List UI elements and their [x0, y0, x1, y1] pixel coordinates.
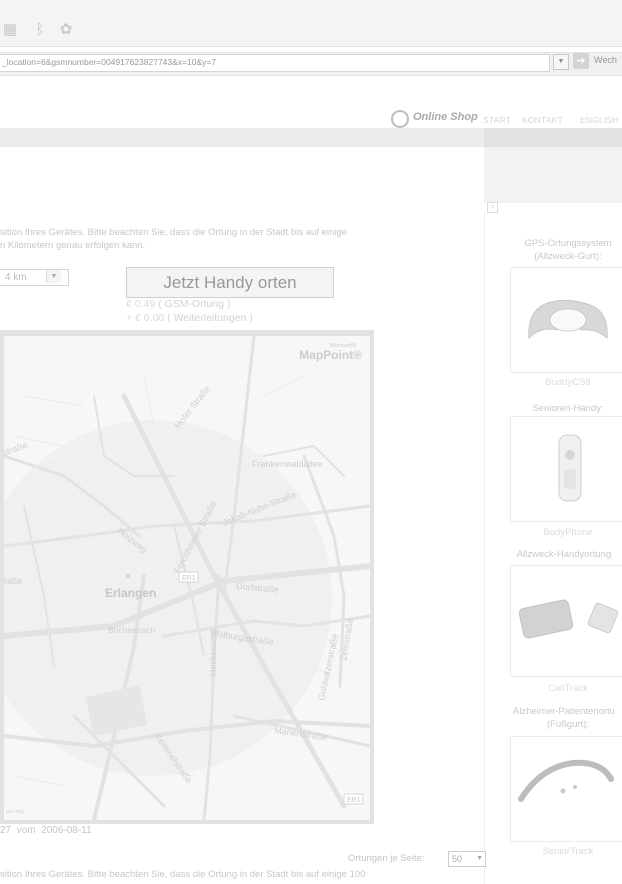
nav-english[interactable]: ENGLISH: [580, 115, 619, 125]
location-marker: [126, 574, 130, 578]
gps-belt-icon: [528, 299, 608, 340]
sidebar-top-panel: [484, 147, 622, 203]
product-name[interactable]: SeniorTrack: [498, 846, 622, 857]
addon-icon[interactable]: ✿: [58, 22, 74, 38]
locate-phone-button[interactable]: Jetzt Handy orten: [126, 267, 334, 298]
product-image-buddycs8[interactable]: [510, 267, 622, 373]
gsm-price: € 0.49 ( GSM-Ortung ): [126, 298, 230, 310]
per-page-label: Ortungen je Seite:: [348, 853, 425, 864]
browser-toolbar: [0, 0, 622, 47]
district-label: Büchenbach: [108, 625, 156, 635]
chevron-down-icon[interactable]: ▼: [476, 852, 483, 866]
map-copyright: NAVTEQ: [6, 809, 25, 814]
product-image-bodyphone[interactable]: [510, 416, 622, 522]
forward-price: + € 0.00 ( Weiterleitungen ): [126, 312, 253, 324]
senior-phone-icon: [558, 434, 582, 502]
online-shop-link[interactable]: Online Shop: [413, 111, 478, 123]
go-button-label[interactable]: Wech: [594, 55, 617, 65]
date-value: 2006-08-11: [41, 825, 92, 836]
product-subtitle: (Fußgurt):: [546, 719, 590, 730]
product-title: Allzweck-Handyortung: [516, 549, 612, 560]
product-image-seniortrack[interactable]: [510, 736, 622, 842]
forward-price-label: ( Weiterleitungen ): [167, 312, 253, 324]
bluetooth-icon[interactable]: ᛒ: [32, 22, 48, 38]
intro-line-1: sition Ihres Gerätes. Bitte beachten Sie…: [0, 227, 347, 238]
street-label: Frankenwaldallee: [252, 459, 323, 469]
product-image-celltrack[interactable]: [510, 565, 622, 677]
collapse-sidebar-icon[interactable]: «: [487, 202, 498, 213]
product-title: Alzheimer-Patientenortu: [513, 706, 615, 717]
city-label: Erlangen: [105, 586, 156, 600]
time-fragment: 27: [0, 825, 12, 836]
gsm-price-label: ( GSM-Ortung ): [158, 298, 231, 310]
intro-line-2: n Kilometern genau erfolgen kann.: [0, 240, 146, 251]
image-icon[interactable]: ▦: [2, 22, 18, 38]
product-subtitle: (Allzweck-Gurt):: [534, 251, 602, 262]
per-page-select[interactable]: 50 ▼: [448, 851, 486, 867]
forward-price-value: + € 0.00: [126, 312, 165, 324]
nav-start[interactable]: START: [483, 115, 511, 125]
per-page-value: 50: [452, 854, 463, 864]
sidebar-header-band: [484, 128, 622, 147]
header-band: [0, 128, 484, 147]
product-title: GPS-Ortungssystem: [524, 238, 612, 249]
url-dropdown-icon[interactable]: ▼: [553, 54, 569, 70]
chevron-down-icon[interactable]: ▼: [46, 270, 61, 283]
street-label: raße: [4, 576, 23, 586]
tracker-device-icon: [518, 599, 619, 639]
foot-belt-icon: [518, 759, 614, 802]
url-input[interactable]: _location=6&gsmnumber=004917623827743&x=…: [0, 54, 550, 72]
street-label: Heckenweg: [208, 629, 218, 676]
map-brand: MapPoint®: [299, 348, 362, 362]
route-label: ER1: [347, 797, 361, 804]
product-name[interactable]: BuddyCS8: [498, 377, 622, 388]
nav-kontakt[interactable]: KONTAKT: [522, 115, 563, 125]
online-shop-icon[interactable]: [391, 110, 409, 128]
vom-label: vom: [16, 825, 36, 836]
locate-timestamp: 27 vom 2006-08-11: [0, 825, 92, 836]
product-name[interactable]: CellTrack: [498, 683, 622, 694]
product-name[interactable]: BodyPhone: [498, 527, 622, 538]
go-arrow-icon[interactable]: ➔: [573, 53, 589, 69]
route-label: ER1: [182, 575, 196, 582]
gsm-price-value: € 0.49: [126, 298, 156, 310]
product-title: Senioren-Handy:: [532, 403, 604, 414]
location-map[interactable]: Microsoft® MapPoint® Hofer Straße Franke…: [4, 336, 370, 820]
footer-text: sition Ihres Gerätes. Bitte beachten Sie…: [0, 869, 366, 880]
